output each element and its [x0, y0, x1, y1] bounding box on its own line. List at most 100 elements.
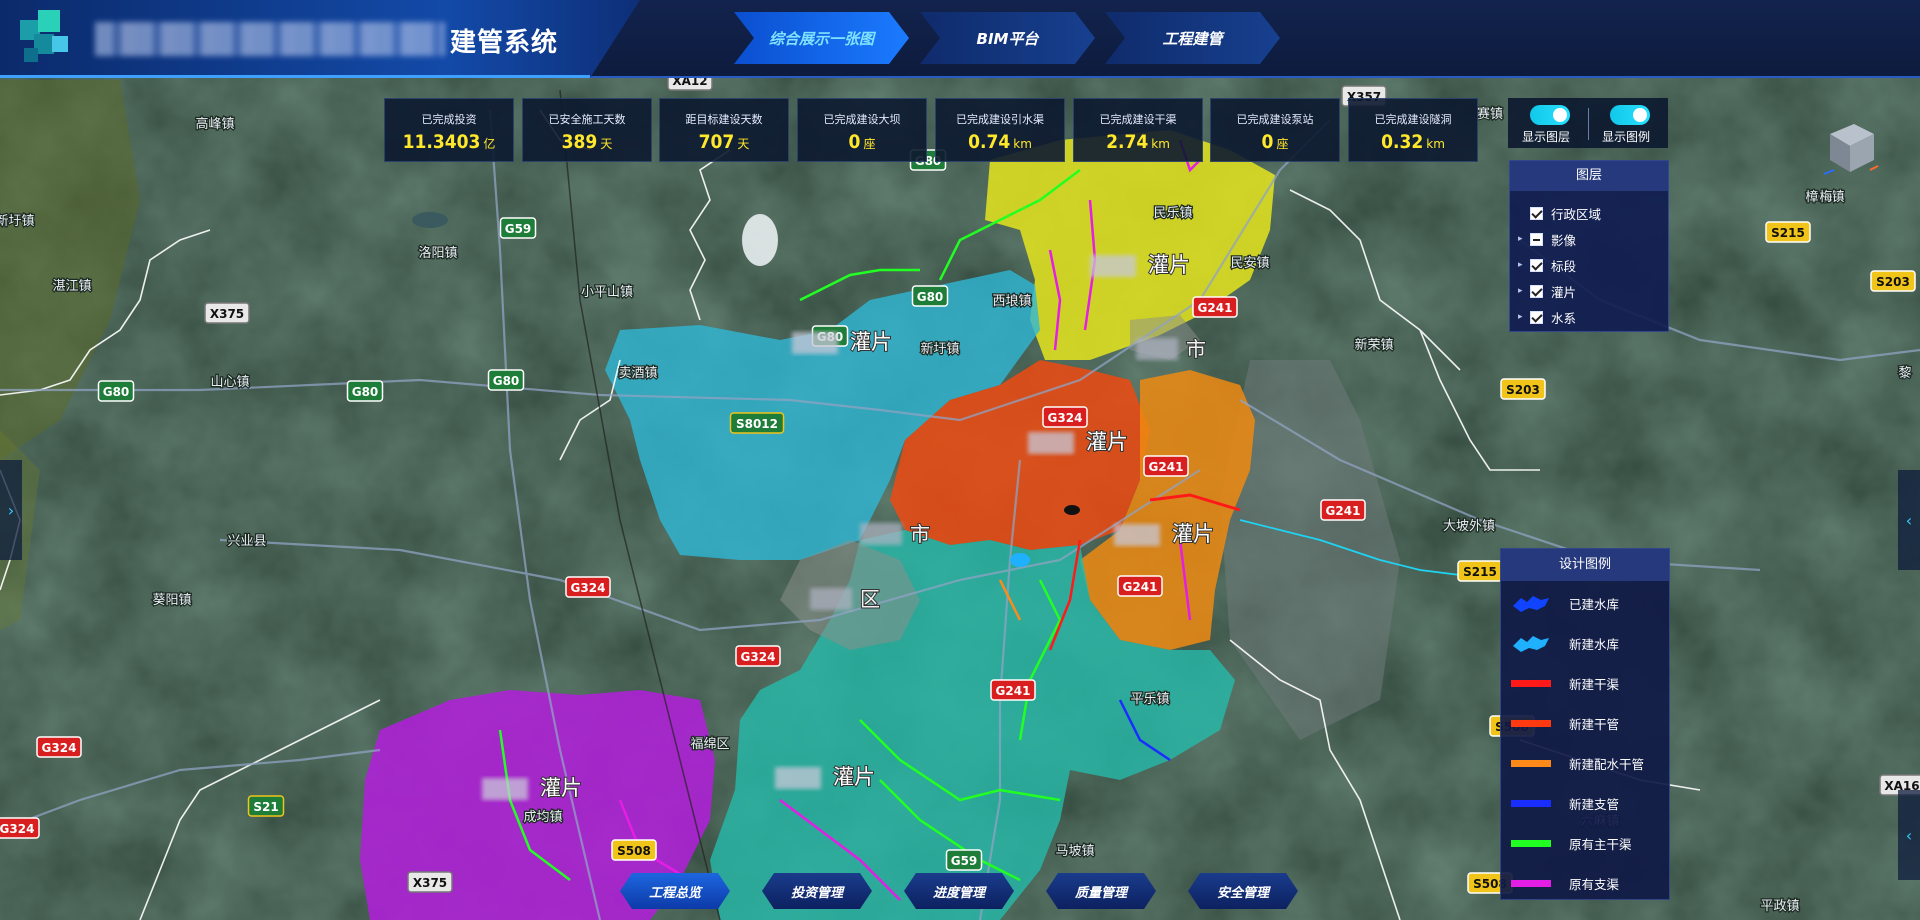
layer-item-imagery[interactable]: ▸ 影像	[1518, 229, 1576, 249]
toggle-show-layers[interactable]	[1530, 105, 1570, 125]
svg-text:G241: G241	[1149, 460, 1184, 474]
layer-item-irrigation-zones[interactable]: ▸ 灌片	[1518, 281, 1576, 301]
stat-pump-stations: 已完成建设泵站 0座	[1210, 98, 1340, 162]
zone-label[interactable]: 灌片	[1171, 521, 1215, 547]
layer-item-sections[interactable]: ▸ 标段	[1518, 255, 1576, 275]
road-shield: G59	[945, 849, 983, 871]
svg-text:G241: G241	[1198, 301, 1233, 315]
zone-label[interactable]: 灌片	[1147, 252, 1191, 278]
legend-item: 新建干渠	[1511, 671, 1619, 695]
place-name: 兴业县	[227, 534, 266, 549]
stat-unit: km	[1151, 137, 1170, 151]
stat-label: 已完成建设隧洞	[1374, 113, 1452, 126]
legend-label: 原有主干渠	[1569, 836, 1632, 852]
expand-arrow-icon[interactable]: ▸	[1518, 312, 1530, 322]
expand-arrow-icon[interactable]: ▸	[1518, 260, 1530, 270]
road-shield: G324	[1042, 406, 1088, 428]
layer-panel-title: 图层	[1510, 161, 1668, 191]
place-name: 民安镇	[1230, 256, 1269, 271]
road-shield: S8012	[729, 412, 785, 434]
legend-item: 原有支渠	[1511, 871, 1619, 895]
place-name: 成均镇	[523, 810, 562, 825]
layer-item-water-system[interactable]: ▸ 水系	[1518, 307, 1576, 327]
road-shield: G80	[911, 285, 949, 307]
road-shield: G241	[1192, 296, 1238, 318]
expand-arrow-icon[interactable]: ▸	[1518, 286, 1530, 296]
road-shield: G241	[1117, 575, 1163, 597]
toggle-show-legend[interactable]	[1610, 105, 1650, 125]
road-shield: G324	[0, 817, 40, 839]
place-name: 平乐镇	[1130, 692, 1169, 707]
bottom-tab-investment[interactable]: 投资管理	[762, 873, 872, 909]
zone-label[interactable]: 灌片	[1085, 429, 1129, 455]
checkbox[interactable]	[1530, 258, 1543, 272]
legend-label: 新建干渠	[1569, 676, 1620, 692]
redacted-zone-name	[482, 778, 528, 800]
legend-label: 原有支渠	[1569, 876, 1620, 892]
place-name: 高峰镇	[195, 116, 234, 132]
road-shield: S215	[1765, 221, 1811, 243]
road-shield: S203	[1500, 378, 1546, 400]
road-shield: S21	[247, 795, 285, 817]
stat-value: 11.3403	[402, 131, 481, 153]
stat-label: 已完成建设干渠	[1099, 113, 1177, 126]
stat-safe-days: 已安全施工天数 389 天	[522, 98, 652, 162]
place-name: 新圩镇	[920, 341, 959, 357]
checkbox[interactable]	[1530, 284, 1543, 298]
stat-investment: 已完成投资 11.3403 亿	[384, 98, 514, 162]
expand-arrow-icon[interactable]: ▸	[1518, 234, 1530, 244]
toggle-show-layers-label: 显示图层	[1522, 130, 1571, 144]
svg-text:G80: G80	[493, 374, 520, 388]
stat-value: 0.74	[968, 131, 1011, 153]
svg-text:G59: G59	[505, 222, 532, 236]
checkbox[interactable]	[1530, 206, 1543, 220]
top-header: 建管系统 综合展示一张图 BIM平台 工程建管	[0, 0, 1920, 78]
bottom-tab-safety[interactable]: 安全管理	[1188, 873, 1298, 909]
svg-text:G241: G241	[996, 684, 1031, 698]
stat-value: 389	[561, 131, 598, 153]
svg-text:S8012: S8012	[736, 417, 778, 431]
tab-overview-map[interactable]: 综合展示一张图	[734, 12, 909, 64]
redacted-zone-name	[1090, 255, 1136, 277]
legend-label: 新建水库	[1569, 636, 1620, 652]
zone-label[interactable]: 灌片	[539, 775, 583, 801]
bottom-tab-progress[interactable]: 进度管理	[904, 873, 1014, 909]
road-shield: G80	[487, 369, 525, 391]
svg-text:S203: S203	[1506, 383, 1540, 397]
tab-construction-management[interactable]: 工程建管	[1105, 12, 1280, 64]
legend-label: 已建水库	[1569, 596, 1620, 612]
bottom-tab-overview[interactable]: 工程总览	[620, 873, 730, 909]
legend-item: 新建配水干管	[1511, 751, 1644, 775]
layer-item-admin-region[interactable]: 行政区域	[1518, 203, 1601, 223]
svg-text:S215: S215	[1463, 565, 1497, 579]
right-panel-handle-icon[interactable]: ‹	[1898, 470, 1920, 570]
right-lower-handle-icon[interactable]: ‹	[1898, 790, 1920, 880]
road-shield: G324	[735, 645, 781, 667]
checkbox[interactable]	[1530, 310, 1543, 324]
svg-text:G324: G324	[571, 581, 606, 595]
tab-bim-platform[interactable]: BIM平台	[920, 12, 1095, 64]
redacted-city-name	[860, 523, 902, 545]
compass-cube-icon[interactable]	[1820, 120, 1880, 180]
stat-unit: 天	[737, 137, 750, 151]
svg-text:G80: G80	[103, 385, 130, 399]
stat-value: 2.74	[1106, 131, 1149, 153]
svg-text:G324: G324	[741, 650, 776, 664]
app-logo	[20, 10, 74, 66]
legend-panel: 设计图例 已建水库 新建水库 新建干渠 新建干管 新建配水干管 新建支管 原有主干渠 原有支渠	[1500, 548, 1670, 900]
left-panel-handle-icon[interactable]: ›	[0, 460, 22, 560]
svg-text:S21: S21	[253, 800, 278, 814]
svg-text:G80: G80	[917, 290, 944, 304]
checkbox[interactable]	[1530, 232, 1543, 246]
stat-label: 已完成建设大坝	[823, 113, 901, 126]
bottom-tab-quality[interactable]: 质量管理	[1046, 873, 1156, 909]
road-shield: G241	[1320, 499, 1366, 521]
legend-item: 新建水库	[1511, 631, 1619, 655]
legend-item: 已建水库	[1511, 591, 1619, 615]
redacted-zone-name	[1028, 432, 1074, 454]
zone-label[interactable]: 灌片	[849, 329, 893, 355]
stat-days-to-target: 距目标建设天数 707 天	[659, 98, 789, 162]
road-shield: G324	[36, 736, 82, 758]
road-shield: S203	[1870, 270, 1916, 292]
zone-label[interactable]: 灌片	[832, 764, 876, 790]
